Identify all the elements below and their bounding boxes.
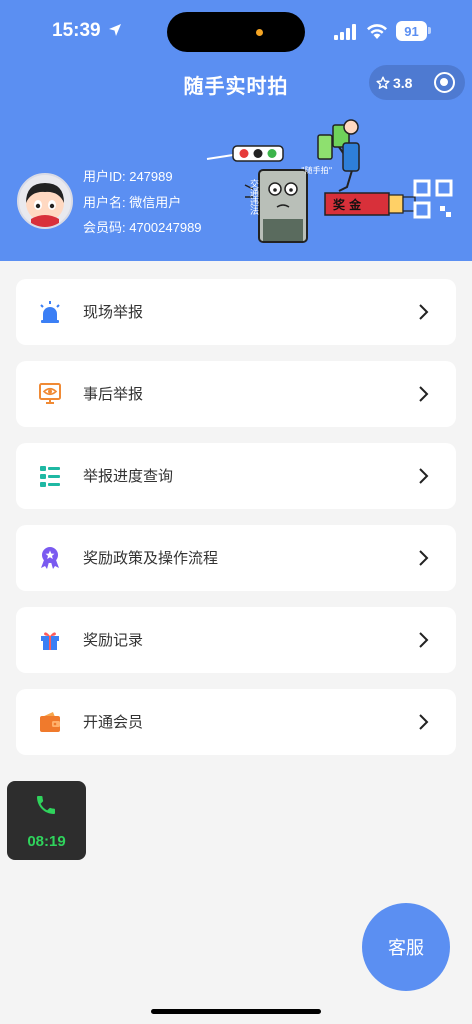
star-icon [376, 75, 390, 89]
menu-item-label: 现场举报 [83, 304, 144, 321]
alarm-light-icon [40, 301, 60, 323]
menu-item-onsite-report[interactable]: 现场举报 [16, 279, 456, 345]
reporter-figure [317, 119, 360, 192]
chevron-right-icon [419, 386, 429, 402]
rating-value: 3.8 [393, 74, 413, 91]
list-icon [40, 466, 60, 487]
menu-item-reward-records[interactable]: 奖励记录 [16, 607, 456, 673]
menu-item-label: 奖励政策及操作流程 [83, 550, 219, 567]
traffic-light-icon [206, 145, 284, 162]
menu-item-label: 奖励记录 [83, 632, 144, 649]
cellular-signal-icon [334, 24, 356, 40]
rating-button[interactable]: 3.8 [376, 75, 412, 91]
menu-item-label: 事后举报 [83, 386, 144, 403]
close-target-icon[interactable] [434, 72, 455, 93]
call-floating-window[interactable]: 08:19 [7, 781, 86, 860]
header: 15:39 91 随手实时拍 3.8 用户ID: 247989 用户名: 微信用… [0, 0, 472, 261]
monitor-eye-icon [39, 383, 61, 404]
battery-cap [428, 27, 431, 34]
user-name: 用户名: 微信用户 [83, 194, 182, 210]
phone-icon [37, 796, 55, 814]
gift-icon [41, 632, 59, 650]
avatar-cartoon-icon [26, 183, 64, 227]
status-bar: 15:39 91 [0, 0, 472, 62]
medal-icon [41, 547, 59, 569]
chevron-right-icon [419, 714, 429, 730]
header-illustration: 交通违法 "随手拍" 奖 金 [206, 119, 453, 243]
mic-indicator-icon [256, 29, 263, 36]
suishoupai-caption: "随手拍" [301, 165, 332, 175]
chevron-right-icon [419, 468, 429, 484]
user-info: 用户ID: 247989 用户名: 微信用户 会员码: 4700247989 [83, 164, 202, 241]
menu-item-progress-query[interactable]: 举报进度查询 [16, 443, 456, 509]
customer-service-button[interactable]: 客服 [362, 903, 450, 991]
chevron-right-icon [419, 632, 429, 648]
menu-item-label: 举报进度查询 [83, 468, 174, 485]
mini-program-capsule[interactable]: 3.8 [369, 65, 465, 100]
menu-item-label: 开通会员 [83, 714, 144, 731]
member-code: 会员码: 4700247989 [83, 220, 202, 235]
location-arrow-icon [109, 24, 121, 36]
dynamic-island [167, 12, 305, 52]
wifi-icon [367, 24, 387, 39]
status-time: 15:39 [52, 20, 101, 41]
avatar[interactable] [17, 173, 73, 229]
battery-indicator: 91 [396, 21, 427, 41]
menu-item-after-report[interactable]: 事后举报 [16, 361, 456, 427]
menu-item-open-membership[interactable]: 开通会员 [16, 689, 456, 755]
chevron-right-icon [419, 304, 429, 320]
reward-caption: 奖 金 [333, 197, 362, 212]
user-id: 用户ID: 247989 [83, 169, 173, 184]
violation-caption: 交通违法 [248, 178, 259, 216]
home-indicator[interactable] [151, 1009, 321, 1014]
call-duration: 08:19 [27, 833, 66, 850]
menu-item-reward-policy[interactable]: 奖励政策及操作流程 [16, 525, 456, 591]
qr-code-icon [413, 179, 453, 219]
wallet-icon [40, 712, 60, 732]
chevron-right-icon [419, 550, 429, 566]
